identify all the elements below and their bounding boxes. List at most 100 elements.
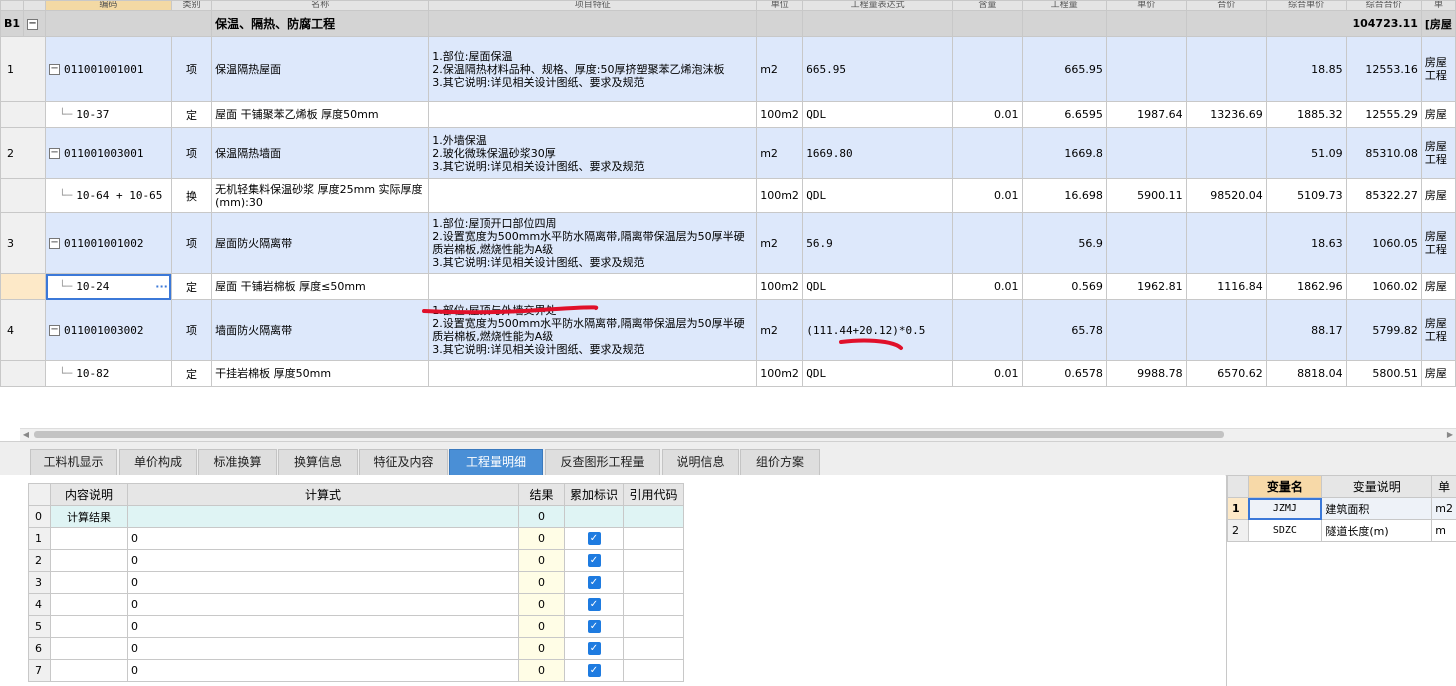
description-cell[interactable] xyxy=(50,549,128,572)
collapse-icon[interactable]: − xyxy=(49,148,61,159)
accumulate-cell[interactable] xyxy=(564,505,624,528)
expression-cell[interactable]: 56.9 xyxy=(802,212,954,274)
column-header[interactable]: 引用代码 xyxy=(623,483,684,506)
column-header[interactable]: 综合合价 xyxy=(1345,0,1422,11)
reference-code-cell[interactable] xyxy=(623,637,684,660)
bill-item-row[interactable]: 3−011001001002 项屋面防火隔离带 1.部位:屋顶开口部位四周 2.设置宽… xyxy=(0,212,1456,274)
description-cell[interactable] xyxy=(50,571,128,594)
reference-code-cell[interactable] xyxy=(623,549,684,572)
detail-row[interactable]: 3 0 0 ✓ xyxy=(28,571,684,594)
scroll-right-icon[interactable]: ▶ xyxy=(1444,429,1456,441)
expression-cell[interactable]: 665.95 xyxy=(802,36,954,102)
accumulate-cell[interactable]: ✓ xyxy=(564,615,624,638)
expression-cell[interactable]: 1669.80 xyxy=(802,127,954,179)
column-header[interactable]: 单位 xyxy=(756,0,804,11)
expression-cell[interactable]: QDL xyxy=(802,101,954,128)
code-cell[interactable]: −011001001002 xyxy=(45,212,172,274)
collapse-icon[interactable]: − xyxy=(49,325,61,336)
checkbox-checked-icon[interactable]: ✓ xyxy=(587,620,601,634)
checkbox-checked-icon[interactable]: ✓ xyxy=(587,576,601,590)
checkbox-checked-icon[interactable]: ✓ xyxy=(587,642,601,656)
tab-7[interactable]: 反查图形工程量 xyxy=(545,449,660,475)
quota-row[interactable]: └─ 10-64 + 10-65 换无机轻集料保温砂浆 厚度25mm 实际厚度(mm… xyxy=(0,178,1456,213)
column-header[interactable]: 变量说明 xyxy=(1321,475,1433,498)
column-header[interactable]: 变量名 xyxy=(1247,475,1323,498)
formula-cell[interactable] xyxy=(127,505,519,528)
column-header[interactable]: 项目特征 xyxy=(428,0,758,11)
reference-code-cell[interactable] xyxy=(623,527,684,550)
column-header[interactable]: 含量 xyxy=(952,0,1023,11)
detail-row[interactable]: 4 0 0 ✓ xyxy=(28,593,684,616)
detail-row[interactable]: 0 计算结果 0 xyxy=(28,505,684,528)
detail-row[interactable]: 6 0 0 ✓ xyxy=(28,637,684,660)
variable-description[interactable]: 隧道长度(m) xyxy=(1321,519,1433,542)
checkbox-checked-icon[interactable]: ✓ xyxy=(587,532,601,546)
formula-cell[interactable]: 0 xyxy=(127,549,519,572)
column-header[interactable]: 工程量 xyxy=(1021,0,1107,11)
tab-2[interactable]: 单价构成 xyxy=(119,449,197,475)
name-cell[interactable]: 屋面 干铺聚苯乙烯板 厚度50mm xyxy=(211,101,430,128)
checkbox-checked-icon[interactable]: ✓ xyxy=(587,664,601,678)
accumulate-cell[interactable]: ✓ xyxy=(564,549,624,572)
name-cell[interactable]: 屋面防火隔离带 xyxy=(211,212,430,274)
variable-row[interactable]: 2 SDZC 隧道长度(m) m xyxy=(1227,519,1456,542)
checkbox-checked-icon[interactable]: ✓ xyxy=(587,598,601,612)
bill-item-row[interactable]: 4−011001003002 项墙面防火隔离带 1.部位:屋顶与外墙交界处 2.设置宽… xyxy=(0,299,1456,361)
scrollbar-thumb[interactable] xyxy=(34,431,1224,438)
quota-row[interactable]: └─ 10-24 ··· 定屋面 干铺岩棉板 厚度≤50mm 100m2 QDL 0.01 0… xyxy=(0,273,1456,300)
collapse-icon[interactable]: − xyxy=(49,64,61,75)
tab-6[interactable]: 工程量明细 xyxy=(449,449,543,475)
features-cell[interactable]: 1.部位:屋面保温 2.保温隔热材料品种、规格、厚度:50厚挤塑聚苯乙烯泡沫板 3.… xyxy=(428,36,758,102)
description-cell[interactable] xyxy=(50,637,128,660)
name-cell[interactable]: 保温隔热墙面 xyxy=(211,127,430,179)
formula-cell[interactable]: 0 xyxy=(127,615,519,638)
quota-row[interactable]: └─ 10-37 定屋面 干铺聚苯乙烯板 厚度50mm 100m2 QDL 0.01 6.6… xyxy=(0,101,1456,128)
reference-code-cell[interactable] xyxy=(623,593,684,616)
column-header[interactable]: 合价 xyxy=(1185,0,1267,11)
code-cell[interactable]: └─ 10-82 xyxy=(45,360,172,387)
name-cell[interactable]: 干挂岩棉板 厚度50mm xyxy=(211,360,430,387)
features-cell[interactable] xyxy=(428,273,758,300)
tab-8[interactable]: 说明信息 xyxy=(662,449,739,475)
detail-row[interactable]: 2 0 0 ✓ xyxy=(28,549,684,572)
description-cell[interactable] xyxy=(50,659,128,682)
description-cell[interactable] xyxy=(50,593,128,616)
variable-row[interactable]: 1 JZMJ 建筑面积 m2 xyxy=(1227,497,1456,520)
accumulate-cell[interactable]: ✓ xyxy=(564,527,624,550)
tab-4[interactable]: 换算信息 xyxy=(278,449,358,475)
variable-name[interactable]: JZMJ xyxy=(1247,497,1323,520)
name-cell[interactable]: 无机轻集料保温砂浆 厚度25mm 实际厚度(mm):30 xyxy=(211,178,430,213)
column-header[interactable]: 计算式 xyxy=(127,483,519,506)
column-header[interactable]: 单 xyxy=(1431,475,1456,498)
column-header[interactable]: 名称 xyxy=(211,0,430,11)
bill-item-row[interactable]: 2−011001003001 项保温隔热墙面 1.外墙保温 2.玻化微珠保温砂浆30厚… xyxy=(0,127,1456,179)
features-cell[interactable] xyxy=(428,101,758,128)
description-cell[interactable] xyxy=(50,527,128,550)
column-header[interactable]: 结果 xyxy=(518,483,565,506)
code-cell[interactable]: −011001003001 xyxy=(45,127,172,179)
checkbox-checked-icon[interactable]: ✓ xyxy=(587,554,601,568)
formula-cell[interactable]: 0 xyxy=(127,659,519,682)
column-header[interactable]: 单 xyxy=(1420,0,1456,11)
variable-description[interactable]: 建筑面积 xyxy=(1321,497,1433,520)
expression-cell[interactable]: QDL xyxy=(802,178,954,213)
accumulate-cell[interactable]: ✓ xyxy=(564,571,624,594)
formula-cell[interactable]: 0 xyxy=(127,527,519,550)
features-cell[interactable]: 1.外墙保温 2.玻化微珠保温砂浆30厚 3.其它说明:详见相关设计图纸、要求及规范 xyxy=(428,127,758,179)
code-cell[interactable]: └─ 10-24 ··· xyxy=(45,273,172,300)
name-cell[interactable]: 屋面 干铺岩棉板 厚度≤50mm xyxy=(211,273,430,300)
description-cell[interactable] xyxy=(50,615,128,638)
code-cell[interactable]: └─ 10-37 xyxy=(45,101,172,128)
column-header[interactable] xyxy=(23,0,47,11)
column-header[interactable]: 内容说明 xyxy=(50,483,128,506)
horizontal-scrollbar[interactable]: ◀ ▶ xyxy=(20,428,1456,441)
features-cell[interactable]: 1.部位:屋顶开口部位四周 2.设置宽度为500mm水平防水隔离带,隔离带保温层为… xyxy=(428,212,758,274)
formula-cell[interactable]: 0 xyxy=(127,637,519,660)
tab-9[interactable]: 组价方案 xyxy=(740,449,820,475)
tab-3[interactable]: 标准换算 xyxy=(198,449,277,475)
tab-5[interactable]: 特征及内容 xyxy=(359,449,448,475)
reference-code-cell[interactable] xyxy=(623,615,684,638)
code-cell[interactable]: −011001003002 xyxy=(45,299,172,361)
code-cell[interactable]: −011001001001 xyxy=(45,36,172,102)
features-cell[interactable]: 1.部位:屋顶与外墙交界处 2.设置宽度为500mm水平防水隔离带,隔离带保温层为… xyxy=(428,299,758,361)
